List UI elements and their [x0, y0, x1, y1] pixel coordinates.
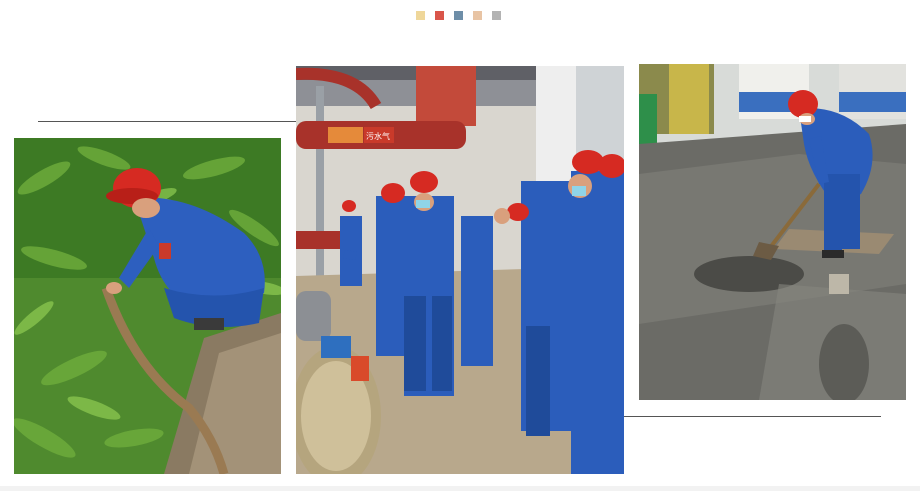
top-divider-line — [38, 121, 296, 122]
pipe-sign-label: 污水气 — [366, 131, 390, 141]
dot-3 — [454, 11, 463, 20]
decorative-dots — [416, 11, 501, 20]
photo-workers-inspection-group: 污水气 — [296, 66, 624, 474]
bottom-divider-line — [624, 416, 881, 417]
dot-4 — [473, 11, 482, 20]
dot-2 — [435, 11, 444, 20]
photo-worker-shoveling-wet-floor — [639, 64, 906, 400]
photo-worker-inspecting-pipe-in-grass — [14, 138, 281, 474]
dot-5 — [492, 11, 501, 20]
dot-1 — [416, 11, 425, 20]
footer-band — [0, 486, 920, 491]
